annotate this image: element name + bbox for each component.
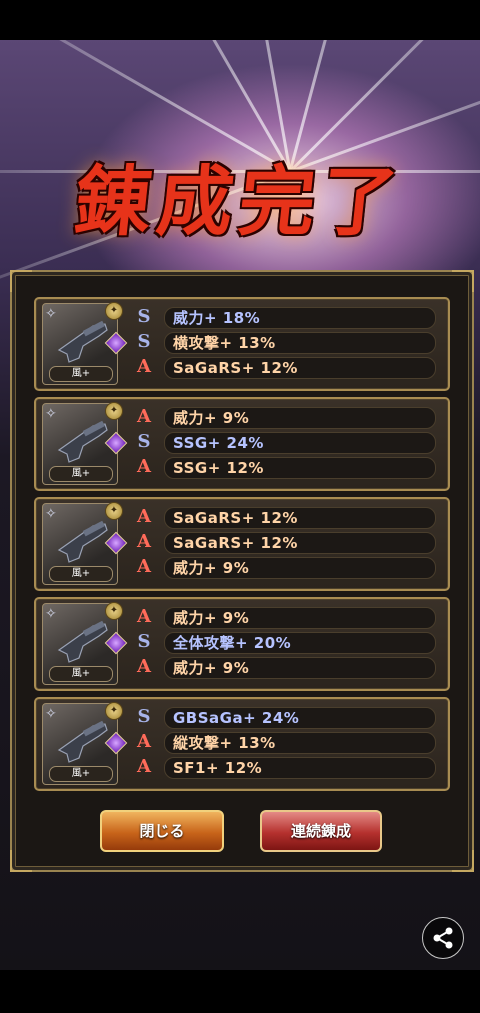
stat-line: SSG+ 12% [164,457,436,479]
a-rank-icon: A [137,756,151,777]
share-button[interactable] [422,917,464,959]
gear-badge-icon: ✦ [105,402,123,420]
element-tag: 風+ [49,766,113,782]
stat-line: GBSaGa+ 24% [164,707,436,729]
stat-line: 横攻撃+ 13% [164,332,436,354]
s-rank-icon: S [137,331,151,352]
stat-text: 威力+ 9% [173,659,250,677]
stat-text: 威力+ 9% [173,409,250,427]
stat-text: SF1+ 12% [173,759,263,777]
stat-line: 威力+ 18% [164,307,436,329]
a-rank-icon: A [137,356,151,377]
s-rank-icon: S [137,706,151,727]
pistol-icon [57,620,108,663]
corner-ornament [452,270,474,292]
element-tag: 風+ [49,566,113,582]
stat-line: SaGaRS+ 12% [164,532,436,554]
result-row: ✧ ✦ 風+ S 威力+ 18% S 横攻撃+ 13% A SaGaRS+ 12% [34,297,450,391]
corner-ornament [452,850,474,872]
stat-line: SSG+ 24% [164,432,436,454]
close-button[interactable]: 閉じる [100,810,224,852]
stat-line: SaGaRS+ 12% [164,507,436,529]
stat-line: 威力+ 9% [164,607,436,629]
result-row: ✧ ✦ 風+ A 威力+ 9% S 全体攻撃+ 20% A 威力+ 9% [34,597,450,691]
stat-text: SaGaRS+ 12% [173,534,298,552]
gear-badge-icon: ✦ [105,602,123,620]
stat-line: 威力+ 9% [164,557,436,579]
page-title: 錬成完了 [70,157,408,246]
navigation-bar [0,970,480,1013]
share-icon [433,927,453,949]
s-rank-icon: S [137,631,151,652]
a-rank-icon: A [137,656,151,677]
stat-text: SaGaRS+ 12% [173,509,298,527]
result-row: ✧ ✦ 風+ A SaGaRS+ 12% A SaGaRS+ 12% A 威力+ 9% [34,497,450,591]
stat-line: 威力+ 9% [164,657,436,679]
corner-ornament [10,270,32,292]
stat-text: SSG+ 12% [173,459,264,477]
a-rank-icon: A [137,531,151,552]
a-rank-icon: A [137,606,151,627]
pistol-icon [57,520,108,563]
a-rank-icon: A [137,731,151,752]
gear-badge-icon: ✦ [105,702,123,720]
element-tag: 風+ [49,366,113,382]
stat-text: SaGaRS+ 12% [173,359,298,377]
a-rank-icon: A [137,406,151,427]
s-rank-icon: S [137,431,151,452]
stat-text: SSG+ 24% [173,434,264,452]
s-rank-icon: S [137,306,151,327]
stat-line: 全体攻撃+ 20% [164,632,436,654]
stat-text: 威力+ 18% [173,309,261,327]
stat-text: 威力+ 9% [173,609,250,627]
result-row: ✧ ✦ 風+ A 威力+ 9% S SSG+ 24% A SSG+ 12% [34,397,450,491]
stat-line: 威力+ 9% [164,407,436,429]
continue-refine-button[interactable]: 連続錬成 [260,810,382,852]
a-rank-icon: A [137,506,151,527]
stat-line: 縦攻撃+ 13% [164,732,436,754]
stat-text: GBSaGa+ 24% [173,709,300,727]
stat-text: 全体攻撃+ 20% [173,634,292,652]
stat-text: 縦攻撃+ 13% [173,734,276,752]
stat-text: 威力+ 9% [173,559,250,577]
element-tag: 風+ [49,666,113,682]
stat-line: SaGaRS+ 12% [164,357,436,379]
element-tag: 風+ [49,466,113,482]
gear-badge-icon: ✦ [105,502,123,520]
corner-ornament [10,850,32,872]
pistol-icon [57,420,108,463]
gear-badge-icon: ✦ [105,302,123,320]
stat-line: SF1+ 12% [164,757,436,779]
pistol-icon [57,320,108,363]
a-rank-icon: A [137,456,151,477]
status-bar [0,0,480,40]
a-rank-icon: A [137,556,151,577]
stat-text: 横攻撃+ 13% [173,334,276,352]
pistol-icon [57,720,108,763]
result-row: ✧ ✦ 風+ S GBSaGa+ 24% A 縦攻撃+ 13% A SF1+ 12% [34,697,450,791]
